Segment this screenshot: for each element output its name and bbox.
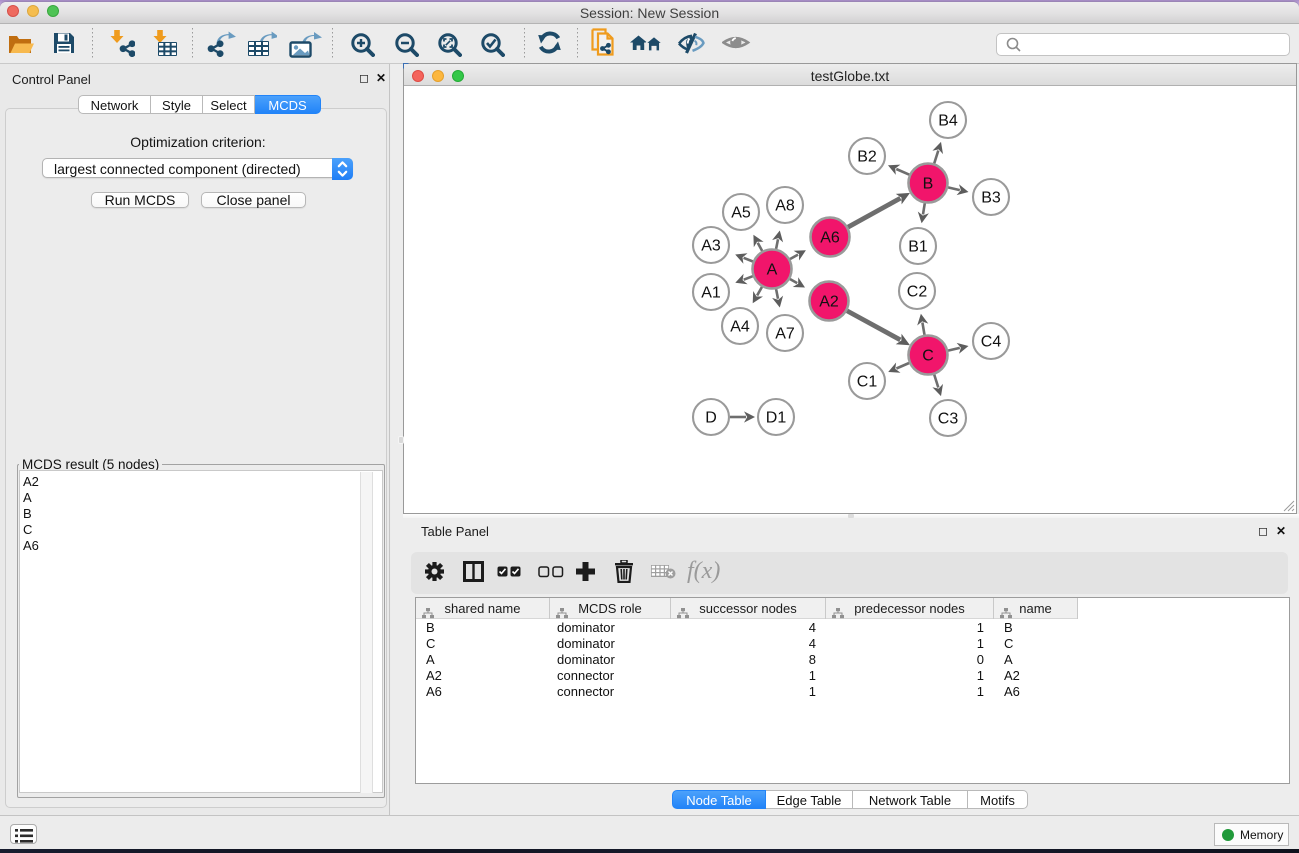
svg-text:B: B: [923, 176, 934, 193]
svg-text:D1: D1: [766, 410, 787, 427]
svg-text:A7: A7: [775, 326, 795, 343]
svg-text:A6: A6: [820, 230, 840, 247]
svg-text:B2: B2: [857, 149, 877, 166]
svg-text:C1: C1: [857, 374, 878, 391]
svg-text:D: D: [705, 410, 717, 427]
svg-text:A4: A4: [730, 319, 750, 336]
svg-text:A: A: [767, 262, 778, 279]
svg-text:C4: C4: [981, 334, 1002, 351]
svg-text:A1: A1: [701, 285, 721, 302]
svg-text:C2: C2: [907, 284, 928, 301]
svg-text:A5: A5: [731, 205, 751, 222]
svg-text:B4: B4: [938, 113, 958, 130]
svg-text:B1: B1: [908, 239, 928, 256]
svg-text:B3: B3: [981, 190, 1001, 207]
svg-text:A3: A3: [701, 238, 721, 255]
svg-text:C: C: [922, 348, 934, 365]
svg-text:A8: A8: [775, 198, 795, 215]
svg-text:C3: C3: [938, 411, 959, 428]
svg-text:A2: A2: [819, 294, 839, 311]
